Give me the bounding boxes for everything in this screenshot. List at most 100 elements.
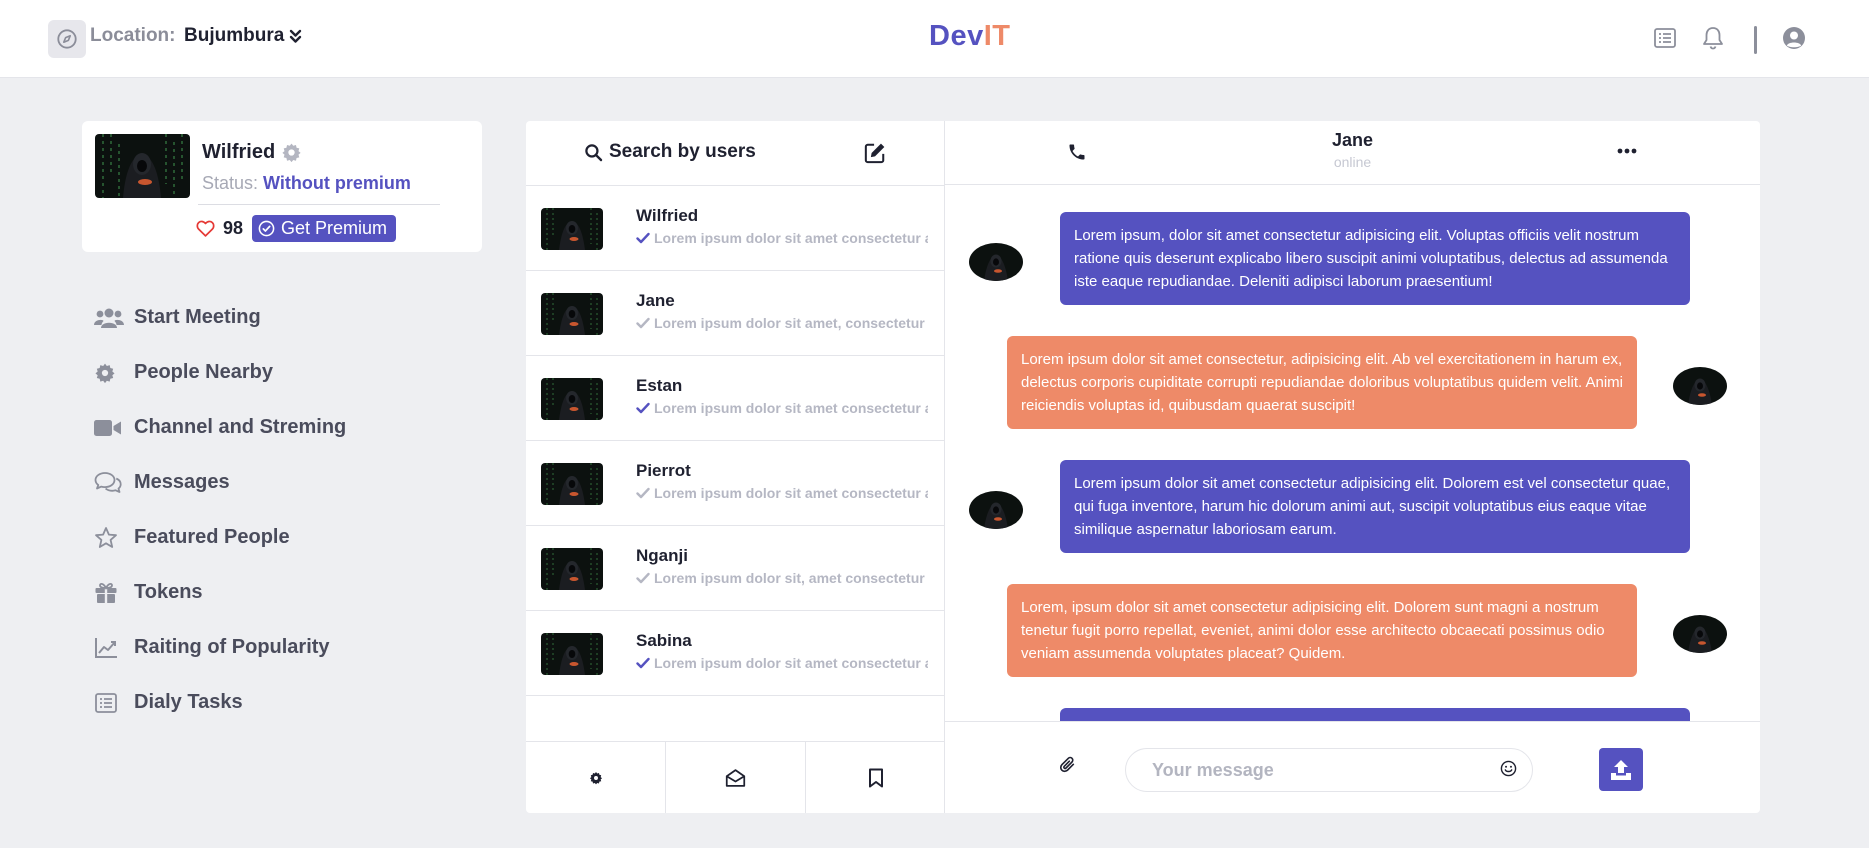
chat-column: Jane online Lorem ipsum, dolor sit amet …: [945, 121, 1760, 813]
message-list: Lorem ipsum, dolor sit amet consectetur …: [945, 186, 1760, 721]
brand-logo[interactable]: DevIT: [929, 20, 1010, 53]
list-item[interactable]: Jane Lorem ipsum dolor sit amet, consect…: [526, 271, 945, 356]
list-item[interactable]: Nganji Lorem ipsum dolor sit, amet conse…: [526, 526, 945, 611]
tab-bookmarks[interactable]: [806, 742, 945, 813]
message-preview-text: Lorem ipsum dolor sit amet consectetur a…: [654, 485, 928, 501]
search-users[interactable]: Search by users: [584, 141, 756, 163]
user-name: Nganji: [636, 546, 688, 565]
check-icon: [636, 402, 650, 414]
menu-item-people-nearby[interactable]: People Nearby: [94, 345, 346, 400]
paperclip-icon[interactable]: [1060, 756, 1076, 774]
message-bubble: Lorem ipsum dolor sit amet consectetur, …: [1007, 336, 1637, 429]
compose-icon[interactable]: [864, 142, 886, 164]
menu-item-tokens[interactable]: Tokens: [94, 565, 346, 620]
user-name: Pierrot: [636, 461, 691, 480]
profile-name-text: Wilfried: [202, 141, 276, 163]
header-divider: [1754, 26, 1757, 54]
avatar: [541, 463, 603, 505]
compass-icon[interactable]: [48, 20, 86, 58]
check-icon: [636, 317, 650, 329]
status-value: Without premium: [263, 173, 411, 193]
check-icon: [636, 572, 650, 584]
brand-part1: Dev: [929, 20, 984, 52]
premium-label: Get Premium: [281, 218, 388, 238]
envelope-open-icon: [725, 768, 746, 788]
brand-part2: IT: [983, 20, 1011, 52]
message-preview: Lorem ipsum dolor sit amet consectetur a…: [636, 485, 928, 501]
users-tabs: [526, 741, 945, 813]
check-icon: [636, 487, 650, 499]
menu-item-channel-and-streming[interactable]: Channel and Streming: [94, 400, 346, 455]
check-circle-icon: [258, 220, 275, 237]
chat-contact-name: Jane: [1331, 130, 1374, 150]
avatar: [1673, 615, 1727, 653]
message-input[interactable]: [1125, 748, 1533, 792]
avatar: [969, 491, 1023, 529]
avatar: [541, 208, 603, 250]
search-icon: [584, 143, 603, 162]
list-icon: [94, 691, 134, 715]
message-bubble: Lorem ipsum, dolor sit amet consectetur …: [1060, 212, 1690, 305]
check-icon: [636, 657, 650, 669]
side-menu: Start Meeting People Nearby Channel and …: [94, 290, 346, 730]
gear-icon: [94, 362, 134, 384]
user-name: Sabina: [636, 631, 692, 650]
heart-icon: [196, 220, 215, 237]
likes-count: 98: [223, 218, 244, 238]
likes[interactable]: 98: [196, 218, 243, 239]
menu-item-label: People Nearby: [134, 361, 273, 383]
top-bar: Location: Bujumbura DevIT: [0, 0, 1869, 78]
message-preview: Lorem ipsum dolor sit, amet consectetur …: [636, 570, 928, 586]
user-circle-icon[interactable]: [1782, 26, 1806, 50]
avatar: [541, 548, 603, 590]
message-preview-text: Lorem ipsum dolor sit amet, consectetur …: [654, 315, 928, 331]
chevron-double-down-icon: [289, 29, 302, 44]
menu-item-start-meeting[interactable]: Start Meeting: [94, 290, 346, 345]
profile-divider: [198, 204, 440, 205]
tab-settings[interactable]: [526, 742, 666, 813]
gear-icon[interactable]: [281, 142, 302, 163]
menu-item-label: Messages: [134, 471, 230, 493]
menu-item-messages[interactable]: Messages: [94, 455, 346, 510]
list-item[interactable]: Sabina Lorem ipsum dolor sit amet consec…: [526, 611, 945, 696]
menu-item-raiting-of-popularity[interactable]: Raiting of Popularity: [94, 620, 346, 675]
message-preview: Lorem ipsum dolor sit amet, consectetur …: [636, 315, 928, 331]
user-name: Wilfried: [636, 206, 699, 225]
menu-item-dialy-tasks[interactable]: Dialy Tasks: [94, 675, 346, 730]
message-preview: Lorem ipsum dolor sit amet consectetur a…: [636, 655, 928, 671]
message-preview-text: Lorem ipsum dolor sit amet consectetur a…: [654, 400, 928, 416]
send-button[interactable]: [1599, 748, 1643, 791]
avatar: [541, 293, 603, 335]
profile-card: Wilfried Status: Without premium 98 Get …: [82, 121, 482, 252]
star-icon: [94, 526, 134, 550]
menu-item-featured-people[interactable]: Featured People: [94, 510, 346, 565]
list-icon[interactable]: [1653, 26, 1677, 50]
upload-icon: [1609, 758, 1633, 782]
location-label: Location:: [90, 25, 176, 46]
bell-icon[interactable]: [1702, 26, 1724, 50]
avatar[interactable]: [95, 134, 190, 198]
user-list: Wilfried Lorem ipsum dolor sit amet cons…: [526, 186, 945, 696]
get-premium-button[interactable]: Get Premium: [252, 215, 397, 242]
list-item[interactable]: Estan Lorem ipsum dolor sit amet consect…: [526, 356, 945, 441]
gift-icon: [94, 581, 134, 605]
menu-item-label: Featured People: [134, 526, 290, 548]
users-column: Search by users Wilfried Lorem ipsum dol…: [526, 121, 945, 813]
chat-panel: Search by users Wilfried Lorem ipsum dol…: [526, 121, 1760, 813]
chat-contact-status: online: [1333, 154, 1372, 170]
avatar: [541, 633, 603, 675]
location-value: Bujumbura: [184, 25, 285, 46]
user-name: Estan: [636, 376, 683, 395]
tab-inbox[interactable]: [666, 742, 806, 813]
message-preview-text: Lorem ipsum dolor sit, amet consectetur …: [654, 570, 928, 586]
more-icon[interactable]: [1617, 148, 1637, 154]
smile-icon[interactable]: [1500, 760, 1517, 777]
location-selector[interactable]: Bujumbura: [184, 25, 302, 47]
list-item[interactable]: Pierrot Lorem ipsum dolor sit amet conse…: [526, 441, 945, 526]
chat-header: Jane online: [945, 121, 1760, 185]
user-name: Jane: [636, 291, 675, 310]
menu-item-label: Dialy Tasks: [134, 691, 243, 713]
gear-icon: [589, 771, 603, 785]
message-bubble: [1060, 708, 1690, 721]
list-item[interactable]: Wilfried Lorem ipsum dolor sit amet cons…: [526, 186, 945, 271]
